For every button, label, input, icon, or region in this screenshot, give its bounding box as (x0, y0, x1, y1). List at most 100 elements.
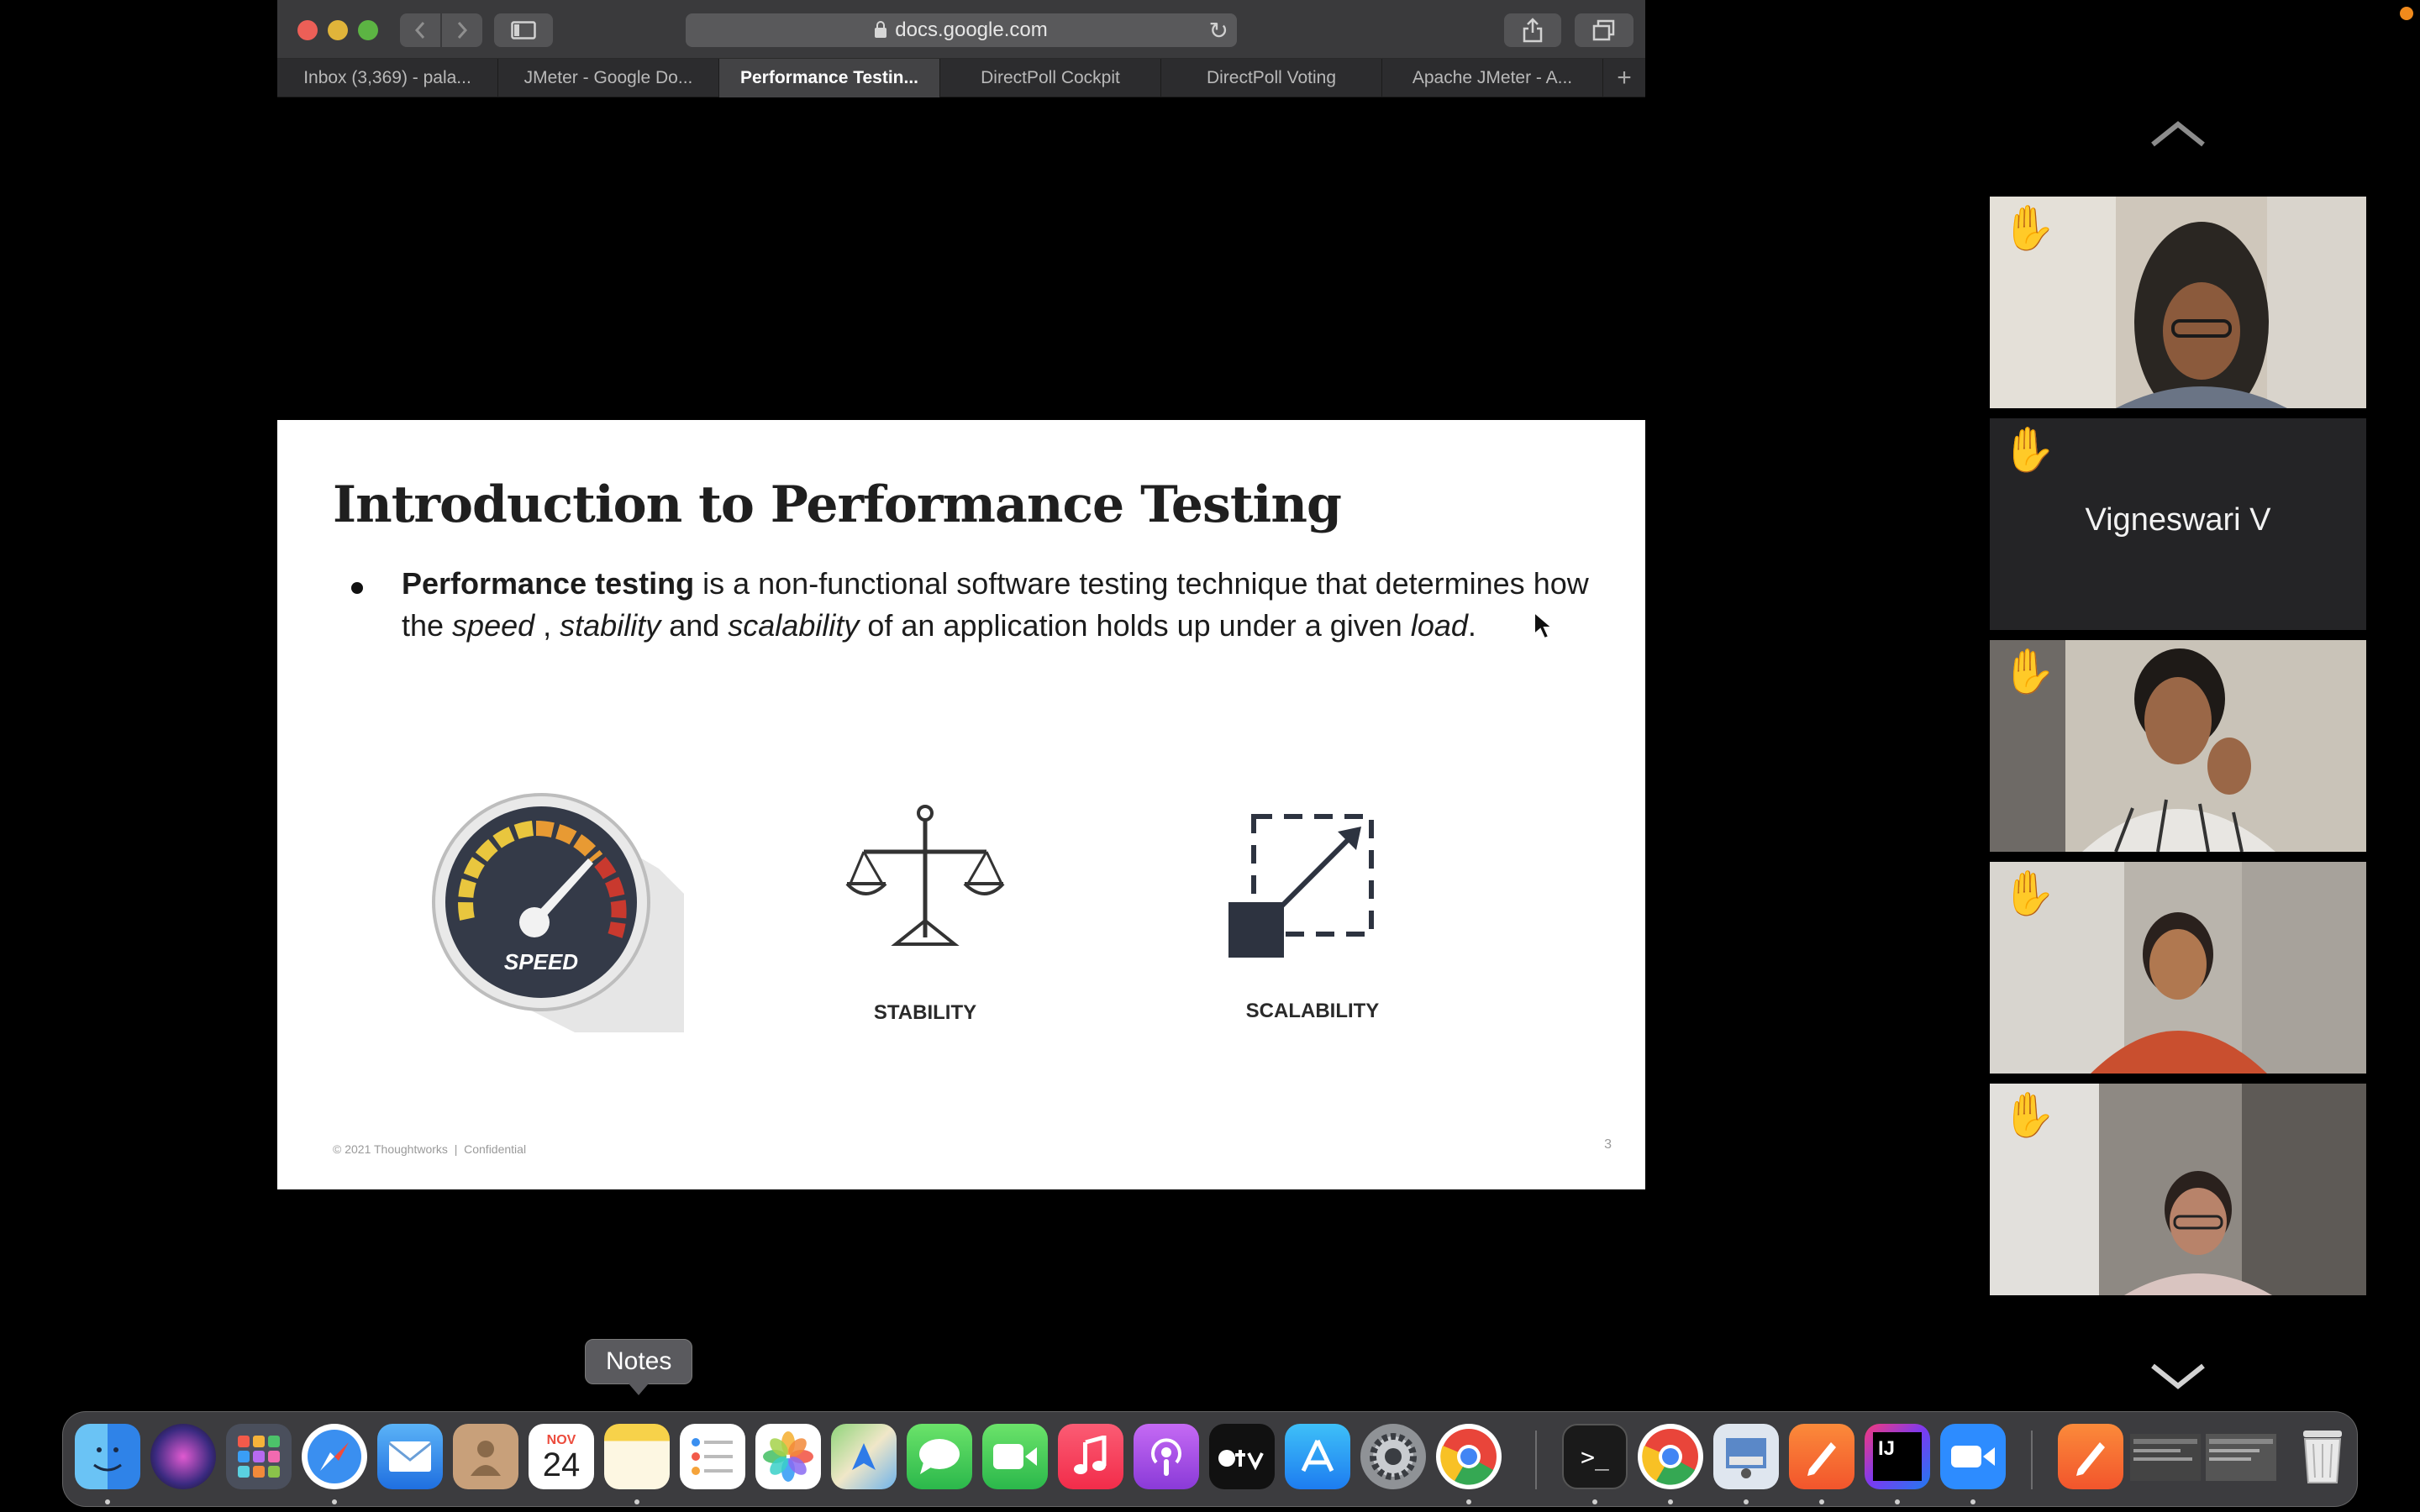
trash-can-icon (2303, 1431, 2342, 1483)
participant-name-tile[interactable]: ✋ Vigneswari V (1990, 418, 2366, 630)
intellij-icon[interactable]: IJ (1865, 1424, 1930, 1489)
siri-icon[interactable] (150, 1424, 216, 1489)
photo-stack-icon (1726, 1438, 1766, 1478)
running-indicator (332, 1499, 337, 1504)
presentation-slide: Introduction to Performance Testing Perf… (277, 420, 1645, 1189)
compass-icon (308, 1430, 361, 1483)
sketch-icon[interactable] (1789, 1424, 1854, 1489)
minimized-window-icon[interactable] (2128, 1424, 2280, 1489)
chrome-logo-icon (1440, 1429, 1497, 1485)
finder-icon[interactable] (75, 1424, 140, 1489)
chevron-right-icon (457, 22, 468, 39)
new-tab-button[interactable]: + (1603, 59, 1645, 97)
messages-icon[interactable] (907, 1424, 972, 1489)
list-icon (692, 1438, 733, 1475)
tab-label: DirectPoll Cockpit (981, 68, 1120, 87)
back-button[interactable] (400, 13, 440, 47)
speedometer-icon: SPEED (432, 793, 684, 1032)
music-icon[interactable] (1058, 1424, 1123, 1489)
facetime-icon[interactable] (982, 1424, 1048, 1489)
zoom-icon[interactable] (1940, 1424, 2006, 1489)
notes-icon[interactable] (604, 1424, 670, 1489)
tab-apache-jmeter[interactable]: Apache JMeter - A... (1382, 59, 1603, 97)
dock-tooltip: Notes (585, 1339, 693, 1395)
slide-page-number: 3 (1604, 1137, 1612, 1152)
running-indicator (1744, 1499, 1749, 1504)
terminal-prompt-icon: >_ (1581, 1442, 1609, 1471)
chrome-beta-icon[interactable] (1638, 1424, 1703, 1489)
share-button[interactable] (1504, 13, 1561, 47)
participant-video-tile[interactable]: ✋ (1990, 197, 2366, 408)
tab-inbox[interactable]: Inbox (3,369) - pala... (277, 59, 498, 97)
preview-icon[interactable] (1713, 1424, 1779, 1489)
participant-name: Vigneswari V (2085, 502, 2271, 538)
finder-face-icon (93, 1447, 122, 1472)
forward-button[interactable] (442, 13, 482, 47)
chrome-logo-icon (1642, 1429, 1698, 1485)
participant-video-tile[interactable]: ✋ (1990, 1084, 2366, 1295)
speedometer-illustration: SPEED (432, 793, 684, 1037)
tab-overview-button[interactable] (1575, 13, 1634, 47)
scale-up-icon (1228, 814, 1374, 958)
plus-icon: + (1617, 63, 1632, 92)
scroll-up-chevron-icon[interactable] (2148, 118, 2208, 151)
launchpad-icon[interactable] (226, 1424, 292, 1489)
podcasts-icon[interactable] (1134, 1424, 1199, 1489)
tv-icon[interactable] (1209, 1424, 1275, 1489)
zoom-camera-icon (1951, 1446, 1995, 1467)
dock: NOV 24 >_ IJ (62, 1411, 2358, 1507)
raised-hand-icon: ✋ (2002, 204, 2056, 253)
contacts-icon[interactable] (453, 1424, 518, 1489)
raised-hand-icon: ✋ (2002, 1091, 2056, 1140)
bullet-text-part: of an application holds up under a given (859, 608, 1411, 643)
reload-icon[interactable]: ↻ (1209, 17, 1228, 45)
address-bar[interactable]: docs.google.com ↻ (686, 13, 1237, 47)
calendar-day: 24 (542, 1446, 581, 1483)
mail-icon[interactable] (377, 1424, 443, 1489)
scalability-illustration: SCALABILITY (1220, 811, 1405, 1030)
sidebar-toggle-button[interactable] (494, 13, 553, 47)
location-arrow-icon (852, 1443, 876, 1470)
safari-icon[interactable] (302, 1424, 367, 1489)
raised-hand-icon: ✋ (2002, 426, 2056, 475)
speech-bubble-icon (919, 1439, 960, 1474)
calendar-icon[interactable]: NOV 24 (529, 1424, 594, 1489)
minimize-window-button[interactable] (328, 20, 348, 40)
music-note-icon (1074, 1436, 1107, 1474)
tab-label: Apache JMeter - A... (1412, 68, 1573, 87)
stability-label: STABILITY (873, 1001, 977, 1024)
url-text: docs.google.com (895, 18, 1048, 41)
maximize-window-button[interactable] (358, 20, 378, 40)
scroll-down-chevron-icon[interactable] (2148, 1359, 2208, 1393)
photos-icon[interactable] (755, 1424, 821, 1489)
slide-bullet: Performance testing is a non-functional … (402, 563, 1595, 647)
tab-jmeter-doc[interactable]: JMeter - Google Do... (498, 59, 719, 97)
system-preferences-icon[interactable] (1360, 1424, 1426, 1489)
participant-video-tile[interactable]: ✋ (1990, 640, 2366, 852)
reminders-icon[interactable] (680, 1424, 745, 1489)
close-window-button[interactable] (297, 20, 318, 40)
running-indicator (1895, 1499, 1900, 1504)
tab-overview-icon (1592, 19, 1615, 41)
bullet-icon (351, 582, 363, 594)
raised-hand-icon: ✋ (2002, 648, 2056, 696)
browser-toolbar: docs.google.com ↻ (277, 0, 1645, 59)
running-indicator (1668, 1499, 1673, 1504)
share-icon (1523, 18, 1543, 43)
stability-illustration: STABILITY (845, 803, 1005, 1038)
dock-separator (1535, 1431, 1537, 1489)
pencil-app-icon[interactable] (2058, 1424, 2123, 1489)
trash-icon[interactable] (2290, 1424, 2355, 1489)
maps-icon[interactable] (831, 1424, 897, 1489)
bullet-text-part: . (1467, 608, 1476, 643)
gear-icon (1370, 1433, 1417, 1480)
terminal-icon[interactable]: >_ (1562, 1424, 1628, 1489)
participant-video-tile[interactable]: ✋ (1990, 862, 2366, 1074)
tab-label: DirectPoll Voting (1206, 68, 1337, 87)
tab-directpoll-voting[interactable]: DirectPoll Voting (1161, 59, 1382, 97)
app-store-icon[interactable] (1285, 1424, 1350, 1489)
tab-performance-testing[interactable]: Performance Testin... (719, 59, 940, 97)
tab-label: Performance Testin... (739, 68, 918, 87)
chrome-icon[interactable] (1436, 1424, 1502, 1489)
tab-directpoll-cockpit[interactable]: DirectPoll Cockpit (940, 59, 1161, 97)
